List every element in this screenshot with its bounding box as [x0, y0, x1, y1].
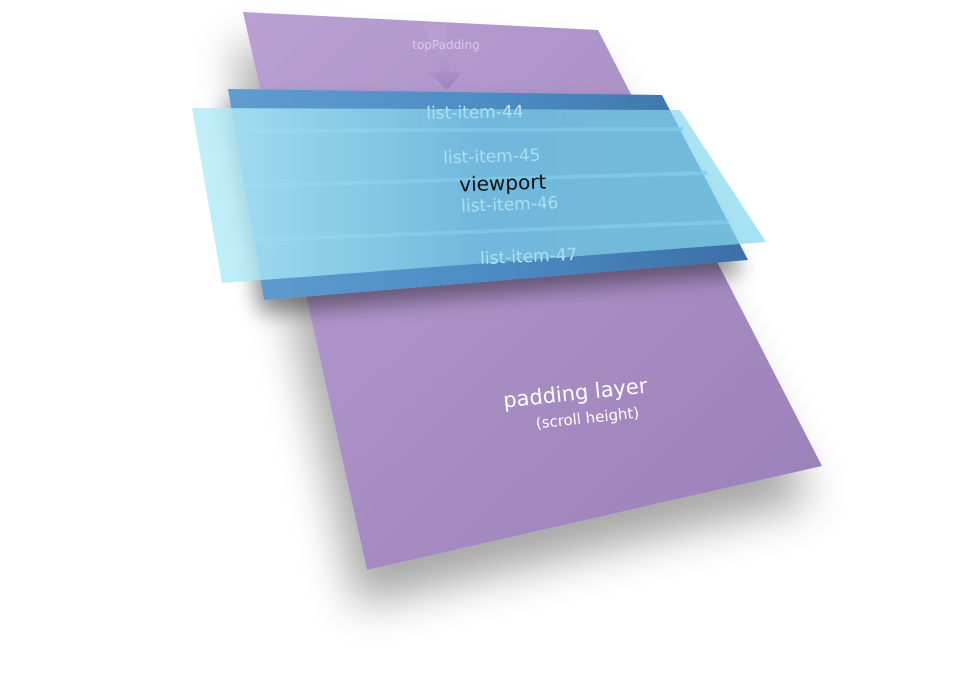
top-padding-label: topPadding: [412, 38, 480, 52]
virtual-list-diagram: topPadding list-item-44 list-item-45 lis…: [192, 12, 822, 570]
viewport-label: viewport: [459, 169, 547, 196]
